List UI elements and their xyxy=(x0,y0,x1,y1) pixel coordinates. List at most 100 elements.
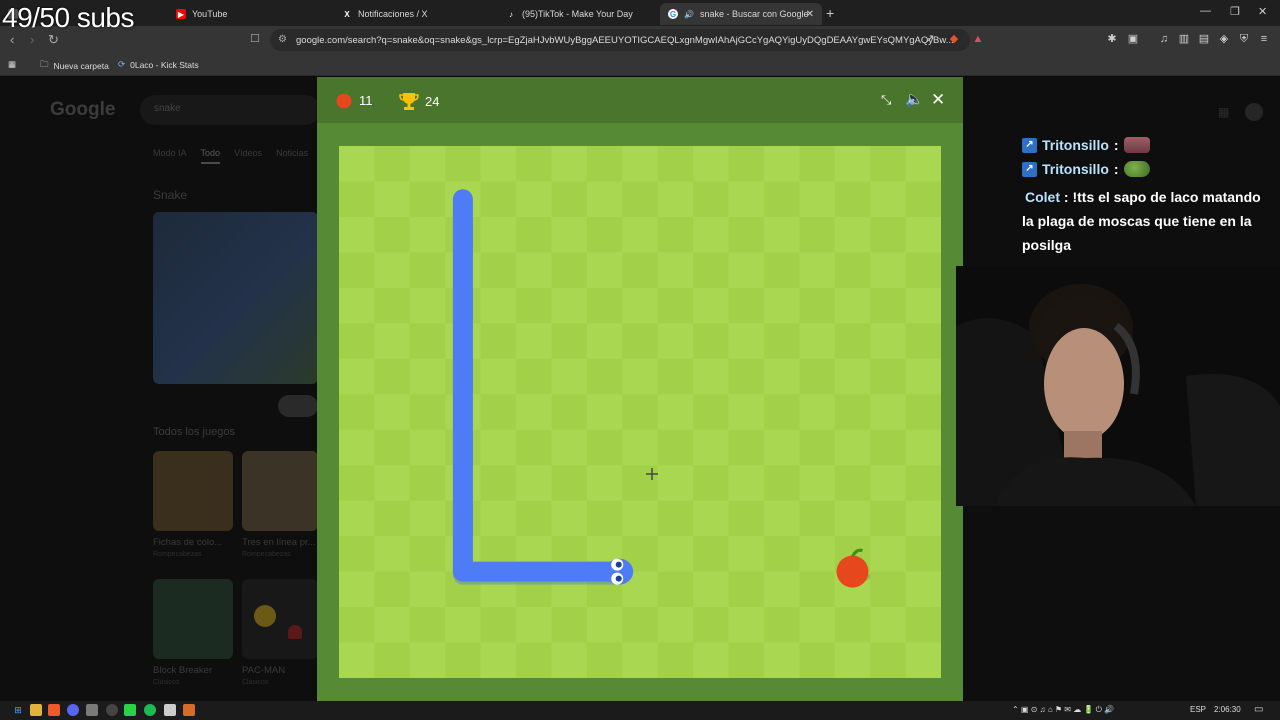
vpn-icon[interactable]: ◈ xyxy=(1218,33,1230,45)
board-tile xyxy=(905,323,941,360)
game-card-fichas[interactable] xyxy=(153,451,233,531)
game-sub: Clásicos xyxy=(242,679,269,686)
notifications-icon[interactable]: ▭ xyxy=(1254,704,1263,715)
board-tile xyxy=(728,465,765,502)
board-tile xyxy=(622,181,659,218)
app-icon[interactable] xyxy=(183,704,195,716)
google-logo[interactable]: Google xyxy=(50,99,115,121)
screenshot-icon[interactable]: ▣ xyxy=(1127,33,1139,45)
obs-icon[interactable] xyxy=(106,704,118,716)
board-tile xyxy=(834,465,871,502)
browser-tab-bar: ▶ YouTube X Notificaciones / X ♪ (95)Tik… xyxy=(0,0,1280,26)
minimize-icon[interactable]: — xyxy=(1200,5,1211,17)
site-info-icon[interactable]: ⚙ xyxy=(278,34,287,45)
board-tile xyxy=(763,252,800,289)
language-indicator[interactable]: ESP xyxy=(1190,705,1206,714)
brave-icon[interactable] xyxy=(48,704,60,716)
start-icon[interactable]: ⊞ xyxy=(12,704,24,716)
close-window-icon[interactable]: ✕ xyxy=(1258,5,1267,18)
clock[interactable]: 2:06:30 xyxy=(1214,705,1241,714)
tab-snake-google[interactable]: G 🔊 snake - Buscar con Google ✕ xyxy=(660,3,822,25)
game-card-pacman[interactable] xyxy=(242,579,318,659)
file-explorer-icon[interactable] xyxy=(30,704,42,716)
app-icon[interactable] xyxy=(164,704,176,716)
game-card-block-breaker[interactable] xyxy=(153,579,233,659)
back-icon[interactable]: ‹ xyxy=(10,32,14,47)
board-tile xyxy=(799,323,836,360)
extensions-icon[interactable]: ✱ xyxy=(1106,33,1118,45)
board-tile xyxy=(870,429,907,466)
apps-grid-icon[interactable]: ▦ xyxy=(1218,105,1229,119)
bookmark-label: 0Laco - Kick Stats xyxy=(130,59,199,70)
brave-shield-icon[interactable]: ◆ xyxy=(948,33,960,45)
board-tile xyxy=(905,571,941,608)
bookmark-nueva-carpeta[interactable]: 🗀 Nueva carpeta xyxy=(40,59,109,73)
discord-icon[interactable] xyxy=(67,704,79,716)
kick-icon[interactable] xyxy=(124,704,136,716)
board-tile xyxy=(693,429,730,466)
board-tile xyxy=(409,358,446,395)
search-input[interactable]: snake xyxy=(140,95,320,125)
restore-icon[interactable]: ❐ xyxy=(1230,5,1240,18)
tab-tiktok[interactable]: ♪ (95)TikTok - Make Your Day xyxy=(498,3,658,25)
board-tile xyxy=(516,181,552,218)
bookmark-kick-stats[interactable]: ⟳ 0Laco - Kick Stats xyxy=(118,59,199,70)
app-icon[interactable] xyxy=(86,704,98,716)
snake-preview-card[interactable] xyxy=(153,212,318,384)
close-game-icon[interactable]: ✕ xyxy=(931,91,945,109)
board-tile xyxy=(905,181,941,218)
avatar[interactable] xyxy=(1245,103,1263,121)
board-tile xyxy=(657,216,694,253)
board-tile xyxy=(834,216,871,253)
board-tile xyxy=(693,358,730,395)
forward-icon[interactable]: › xyxy=(30,32,34,47)
board-tile xyxy=(728,571,765,608)
wallet-icon[interactable]: ▤ xyxy=(1198,33,1210,45)
bookmark-icon[interactable]: ☐ xyxy=(250,32,260,45)
play-button[interactable] xyxy=(278,395,318,417)
snake-game-window[interactable]: 11 24 ⤡ 🔈 ✕ xyxy=(317,77,963,701)
board-tile xyxy=(445,146,482,182)
board-tile xyxy=(728,607,765,644)
board-tile xyxy=(905,252,941,289)
game-board[interactable] xyxy=(339,146,941,678)
board-tile xyxy=(480,323,517,360)
new-tab-icon[interactable]: + xyxy=(826,5,834,21)
share-icon[interactable]: ↗ xyxy=(924,33,936,45)
board-tile xyxy=(622,642,659,678)
media-icon[interactable]: ♫ xyxy=(1158,33,1170,45)
board-tile xyxy=(622,146,659,182)
board-tile xyxy=(409,465,446,502)
tab-modo-ia[interactable]: Modo IA xyxy=(153,148,187,164)
board-tile xyxy=(870,536,907,573)
sound-icon[interactable]: 🔈 xyxy=(905,91,924,109)
tab-videos[interactable]: Vídeos xyxy=(234,148,262,164)
board-tile xyxy=(374,181,411,218)
board-tile xyxy=(551,429,588,466)
kick-stats-icon: ⟳ xyxy=(118,59,126,69)
spotify-icon[interactable] xyxy=(144,704,156,716)
tab-title: snake - Buscar con Google xyxy=(699,9,809,19)
board-tile xyxy=(763,465,800,502)
reload-icon[interactable]: ↻ xyxy=(48,32,59,48)
tray-icons[interactable]: ⌃ ▣ ⊙ ♫ ⌂ ⚑ ✉ ☁ 🔋 ⏻ 🔊 xyxy=(1012,705,1114,715)
board-tile xyxy=(763,536,800,573)
tab-youtube[interactable]: ▶ YouTube xyxy=(168,3,328,25)
brave-rewards-icon[interactable]: ▲ xyxy=(972,33,984,45)
tab-todo[interactable]: Todo xyxy=(200,148,221,164)
tab-x[interactable]: X Notificaciones / X xyxy=(334,3,494,25)
game-card-tres-en-linea[interactable] xyxy=(242,451,318,531)
exit-fullscreen-icon[interactable]: ⤡ xyxy=(881,91,891,109)
board-tile xyxy=(657,571,694,608)
menu-icon[interactable]: ≡ xyxy=(1258,33,1270,45)
sidebar-icon[interactable]: ▥ xyxy=(1178,33,1190,45)
board-tile xyxy=(799,287,836,324)
tab-noticias[interactable]: Noticias xyxy=(276,148,308,164)
board-tile xyxy=(409,607,446,644)
board-tile xyxy=(905,429,941,466)
url-bar[interactable]: ⚙ google.com/search?q=snake&oq=snake&gs_… xyxy=(270,29,970,51)
shield-icon[interactable]: ⛨ xyxy=(1238,33,1250,45)
apps-grid-icon[interactable]: ▦ xyxy=(8,59,16,70)
chat-message: ↗ Tritonsillo: xyxy=(1022,157,1272,181)
close-tab-icon[interactable]: ✕ xyxy=(806,9,814,20)
